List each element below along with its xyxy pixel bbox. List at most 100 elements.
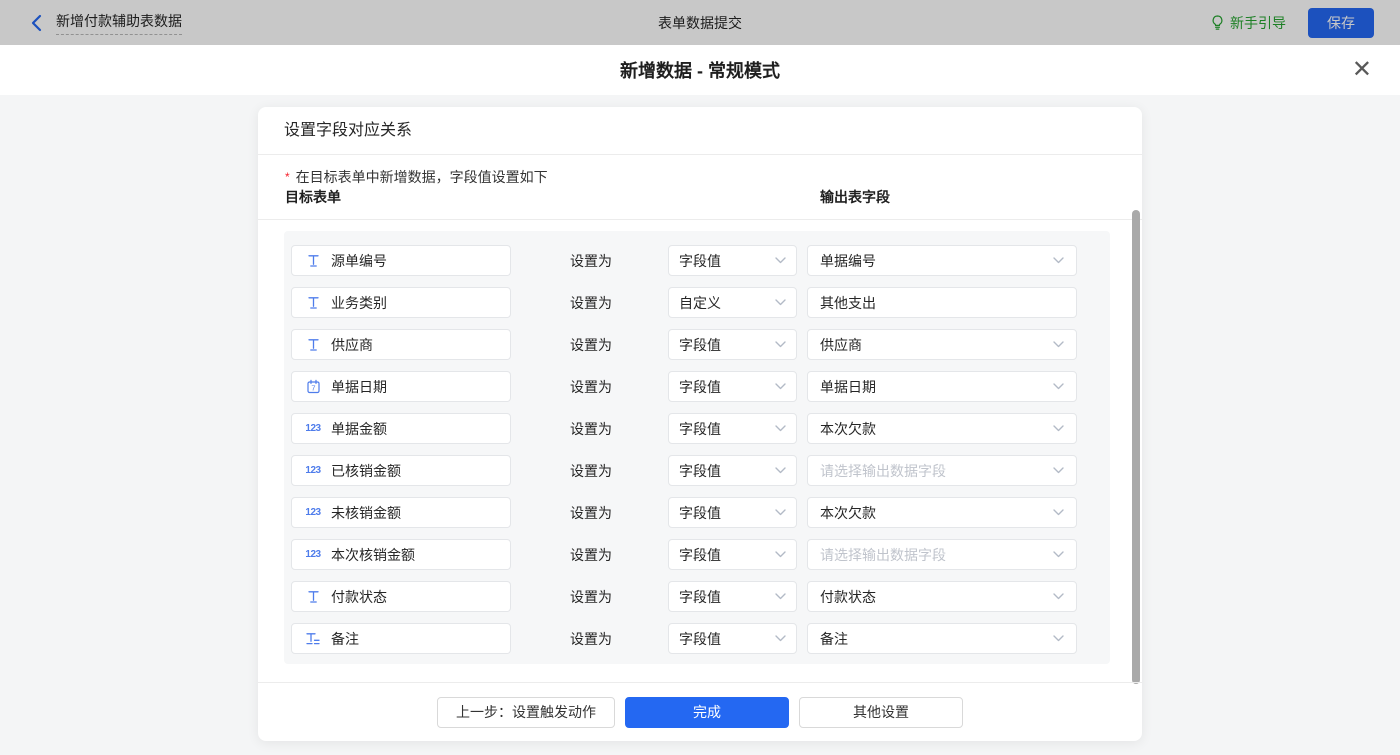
close-icon[interactable]: ✕: [1352, 55, 1372, 83]
field-mapping-row: 123 本次核销金额 设置为 字段值 请选择输出数据字段: [284, 539, 1110, 570]
value-mode-value: 字段值: [679, 377, 769, 397]
target-field-box[interactable]: 付款状态: [291, 581, 511, 612]
value-mode-select[interactable]: 字段值: [668, 413, 797, 444]
target-field-box[interactable]: 123 已核销金额: [291, 455, 511, 486]
target-field-label: 单据日期: [331, 377, 510, 397]
value-mode-select[interactable]: 字段值: [668, 371, 797, 402]
chevron-down-icon: [775, 425, 786, 432]
value-mode-value: 自定义: [679, 293, 769, 313]
output-field-select[interactable]: 付款状态: [807, 581, 1077, 612]
value-mode-select[interactable]: 字段值: [668, 581, 797, 612]
chevron-down-icon: [1053, 551, 1064, 558]
target-field-box[interactable]: 供应商: [291, 329, 511, 360]
output-field-select[interactable]: 请选择输出数据字段: [807, 539, 1077, 570]
set-as-label: 设置为: [570, 251, 612, 271]
output-field-select[interactable]: 单据日期: [807, 371, 1077, 402]
vertical-scrollbar[interactable]: [1132, 210, 1140, 684]
page-title: 表单数据提交: [0, 13, 1400, 33]
field-mapping-row: 123 单据金额 设置为 字段值 本次欠款: [284, 413, 1110, 444]
modal-header: 新增数据 - 常规模式 ✕: [0, 45, 1400, 95]
field-mapping-row: 供应商 设置为 字段值 供应商: [284, 329, 1110, 360]
set-as-label: 设置为: [570, 545, 612, 565]
field-mapping-card: 设置字段对应关系 *在目标表单中新增数据，字段值设置如下 目标表单 输出表字段 …: [258, 107, 1142, 741]
output-field-value: 本次欠款: [820, 419, 1047, 439]
field-mapping-row: 123 已核销金额 设置为 字段值 请选择输出数据字段: [284, 455, 1110, 486]
value-mode-value: 字段值: [679, 419, 769, 439]
output-field-select[interactable]: 供应商: [807, 329, 1077, 360]
output-field-select[interactable]: 备注: [807, 623, 1077, 654]
value-mode-select[interactable]: 字段值: [668, 497, 797, 528]
beginner-guide-link[interactable]: 新手引导: [1210, 13, 1286, 33]
value-mode-value: 字段值: [679, 587, 769, 607]
target-field-label: 未核销金额: [331, 503, 510, 523]
set-as-label: 设置为: [570, 503, 612, 523]
target-field-label: 源单编号: [331, 251, 510, 271]
set-as-label: 设置为: [570, 419, 612, 439]
chevron-down-icon: [1053, 341, 1064, 348]
value-mode-value: 字段值: [679, 629, 769, 649]
target-field-label: 备注: [331, 629, 510, 649]
output-custom-input[interactable]: 其他支出: [807, 287, 1077, 318]
target-field-box[interactable]: 业务类别: [291, 287, 511, 318]
output-field-value: 其他支出: [820, 293, 1064, 313]
other-settings-button[interactable]: 其他设置: [799, 697, 963, 728]
output-field-value: 备注: [820, 629, 1047, 649]
chevron-down-icon: [775, 509, 786, 516]
chevron-down-icon: [775, 341, 786, 348]
value-mode-select[interactable]: 字段值: [668, 329, 797, 360]
chevron-down-icon: [775, 383, 786, 390]
save-button[interactable]: 保存: [1308, 8, 1374, 38]
target-field-box[interactable]: 源单编号: [291, 245, 511, 276]
chevron-down-icon: [775, 299, 786, 306]
value-mode-select[interactable]: 字段值: [668, 623, 797, 654]
target-field-box[interactable]: 123 单据金额: [291, 413, 511, 444]
value-mode-select[interactable]: 自定义: [668, 287, 797, 318]
chevron-down-icon: [775, 551, 786, 558]
value-mode-select[interactable]: 字段值: [668, 245, 797, 276]
set-as-label: 设置为: [570, 377, 612, 397]
field-mapping-row: 备注 设置为 字段值 备注: [284, 623, 1110, 654]
number-field-icon: 123: [304, 547, 322, 563]
value-mode-value: 字段值: [679, 461, 769, 481]
top-toolbar: 新增付款辅助表数据 表单数据提交 新手引导 保存: [0, 0, 1400, 45]
chevron-down-icon: [775, 635, 786, 642]
output-field-select[interactable]: 本次欠款: [807, 413, 1077, 444]
field-mapping-row: 付款状态 设置为 字段值 付款状态: [284, 581, 1110, 612]
target-field-label: 单据金额: [331, 419, 510, 439]
output-field-value: 供应商: [820, 335, 1047, 355]
chevron-down-icon: [1053, 425, 1064, 432]
value-mode-value: 字段值: [679, 545, 769, 565]
date-field-icon: 7: [304, 379, 322, 395]
instruction-text: *在目标表单中新增数据，字段值设置如下: [285, 167, 548, 187]
target-field-box[interactable]: 7 单据日期: [291, 371, 511, 402]
value-mode-select[interactable]: 字段值: [668, 455, 797, 486]
output-field-value: 请选择输出数据字段: [820, 461, 1047, 481]
output-field-value: 本次欠款: [820, 503, 1047, 523]
target-field-box[interactable]: 123 本次核销金额: [291, 539, 511, 570]
modal-title: 新增数据 - 常规模式: [620, 57, 780, 83]
target-field-label: 付款状态: [331, 587, 510, 607]
chevron-down-icon: [1053, 257, 1064, 264]
target-field-label: 业务类别: [331, 293, 510, 313]
output-field-value: 单据编号: [820, 251, 1047, 271]
chevron-down-icon: [775, 467, 786, 474]
target-field-box[interactable]: 123 未核销金额: [291, 497, 511, 528]
field-mapping-row: 7 单据日期 设置为 字段值 单据日期: [284, 371, 1110, 402]
value-mode-value: 字段值: [679, 251, 769, 271]
svg-text:7: 7: [311, 384, 315, 393]
text-field-icon: [304, 337, 322, 353]
beginner-guide-label: 新手引导: [1230, 13, 1286, 33]
rows-panel: 源单编号 设置为 字段值 单据编号 业务类别 设置为 自定义 其他: [284, 231, 1110, 664]
value-mode-value: 字段值: [679, 335, 769, 355]
text-field-icon: [304, 253, 322, 269]
target-field-box[interactable]: 备注: [291, 623, 511, 654]
value-mode-value: 字段值: [679, 503, 769, 523]
chevron-down-icon: [1053, 635, 1064, 642]
output-field-select[interactable]: 请选择输出数据字段: [807, 455, 1077, 486]
output-field-select[interactable]: 本次欠款: [807, 497, 1077, 528]
output-field-select[interactable]: 单据编号: [807, 245, 1077, 276]
finish-button[interactable]: 完成: [625, 697, 789, 728]
chevron-down-icon: [1053, 467, 1064, 474]
previous-step-button[interactable]: 上一步：设置触发动作: [437, 697, 615, 728]
value-mode-select[interactable]: 字段值: [668, 539, 797, 570]
